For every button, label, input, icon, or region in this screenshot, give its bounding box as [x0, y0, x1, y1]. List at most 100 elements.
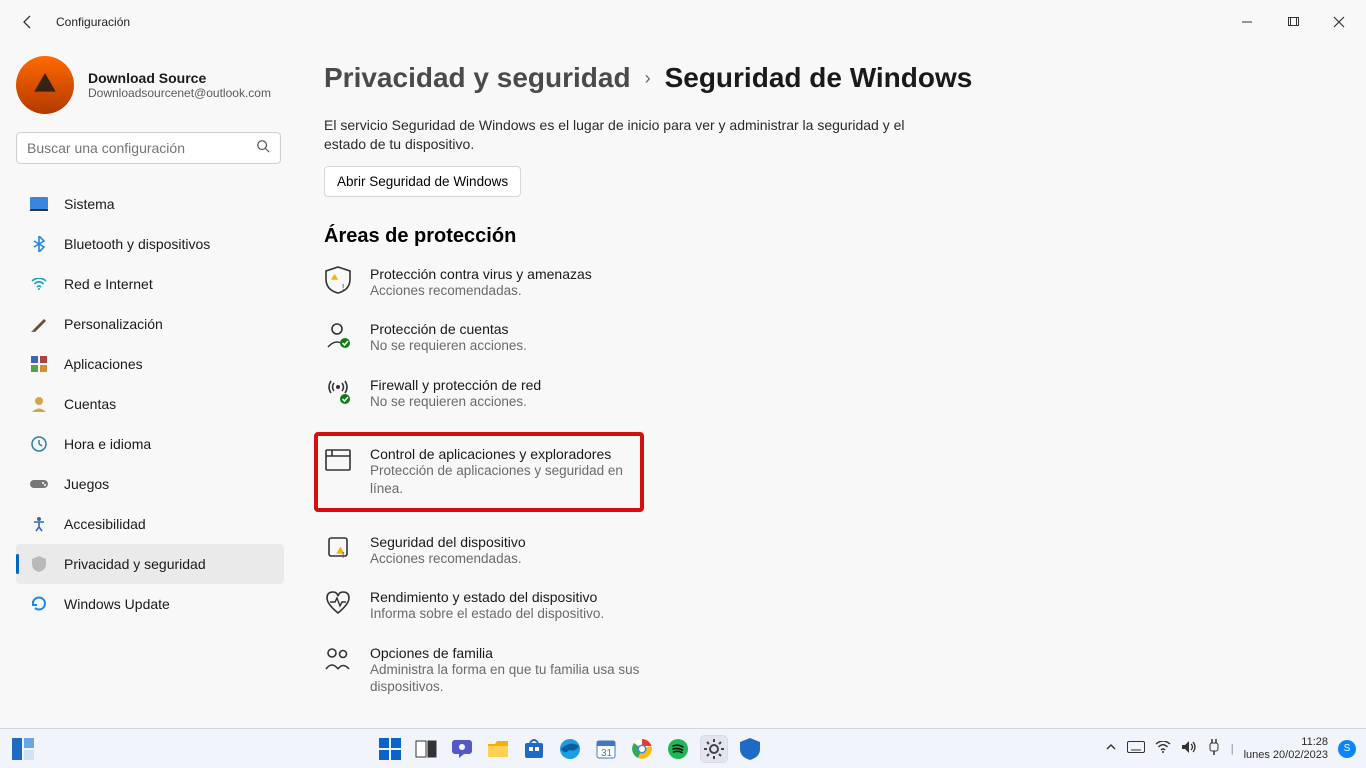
sidebar-item-label: Red e Internet	[64, 276, 153, 292]
notifications-badge[interactable]: S	[1338, 740, 1356, 758]
start-button[interactable]	[377, 736, 403, 762]
area-subtitle: Acciones recomendadas.	[370, 282, 592, 300]
person-icon	[30, 395, 48, 413]
highlight-annotation: Control de aplicaciones y exploradores P…	[314, 432, 644, 511]
family-icon	[324, 645, 352, 673]
chat-icon[interactable]	[449, 736, 475, 762]
area-subtitle: Acciones recomendadas.	[370, 550, 526, 568]
taskbar-clock[interactable]: 11:28 lunes 20/02/2023	[1244, 736, 1328, 760]
sidebar-item-sistema[interactable]: Sistema	[16, 184, 284, 224]
maximize-button[interactable]	[1270, 6, 1316, 38]
keyboard-icon[interactable]	[1127, 741, 1145, 756]
svg-text:31: 31	[601, 748, 613, 759]
sidebar-item-red[interactable]: Red e Internet	[16, 264, 284, 304]
sidebar-item-hora[interactable]: Hora e idioma	[16, 424, 284, 464]
settings-icon[interactable]	[701, 736, 727, 762]
sidebar-item-label: Sistema	[64, 196, 115, 212]
wifi-tray-icon[interactable]	[1155, 741, 1171, 756]
sidebar-item-label: Windows Update	[64, 596, 170, 612]
heart-pulse-icon	[324, 589, 352, 617]
antenna-check-icon	[324, 377, 352, 405]
edge-icon[interactable]	[557, 736, 583, 762]
person-check-icon	[324, 321, 352, 349]
area-family[interactable]: Opciones de familia Administra la forma …	[324, 645, 844, 696]
minimize-button[interactable]	[1224, 6, 1270, 38]
store-icon[interactable]	[521, 736, 547, 762]
search-box[interactable]	[16, 132, 281, 164]
security-shield-icon[interactable]	[737, 736, 763, 762]
chrome-icon[interactable]	[629, 736, 655, 762]
sidebar-item-juegos[interactable]: Juegos	[16, 464, 284, 504]
area-title: Firewall y protección de red	[370, 377, 541, 393]
spotify-icon[interactable]	[665, 736, 691, 762]
widgets-button[interactable]	[10, 736, 36, 762]
area-subtitle: No se requieren acciones.	[370, 337, 527, 355]
taskbar: 31 | 11:28 lunes 20/02/2023 S	[0, 728, 1366, 768]
svg-text:!: !	[342, 551, 344, 560]
page-description: El servicio Seguridad de Windows es el l…	[324, 116, 944, 154]
sidebar-item-bluetooth[interactable]: Bluetooth y dispositivos	[16, 224, 284, 264]
gamepad-icon	[30, 475, 48, 493]
sidebar-item-cuentas[interactable]: Cuentas	[16, 384, 284, 424]
area-device-health[interactable]: Rendimiento y estado del dispositivo Inf…	[324, 589, 844, 623]
area-firewall[interactable]: Firewall y protección de red No se requi…	[324, 377, 844, 411]
area-subtitle: No se requieren acciones.	[370, 393, 541, 411]
sidebar: Download Source Downloadsourcenet@outloo…	[0, 44, 300, 728]
sidebar-item-label: Aplicaciones	[64, 356, 143, 372]
breadcrumb-parent[interactable]: Privacidad y seguridad	[324, 62, 631, 94]
area-virus[interactable]: ! Protección contra virus y amenazas Acc…	[324, 266, 844, 300]
sidebar-item-update[interactable]: Windows Update	[16, 584, 284, 624]
clock-time: 11:28	[1244, 736, 1328, 748]
sidebar-item-label: Bluetooth y dispositivos	[64, 236, 210, 252]
area-subtitle: Protección de aplicaciones y seguridad e…	[370, 462, 632, 497]
clock-date: lunes 20/02/2023	[1244, 749, 1328, 761]
shield-icon	[30, 555, 48, 573]
volume-icon[interactable]	[1181, 740, 1197, 757]
display-icon	[30, 195, 48, 213]
sidebar-item-accesibilidad[interactable]: Accesibilidad	[16, 504, 284, 544]
svg-text:!: !	[342, 283, 344, 292]
chip-warning-icon: !	[324, 534, 352, 562]
nav-list: Sistema Bluetooth y dispositivos Red e I…	[16, 184, 300, 624]
area-title: Protección contra virus y amenazas	[370, 266, 592, 282]
search-icon	[256, 139, 270, 158]
sidebar-item-label: Accesibilidad	[64, 516, 146, 532]
search-input[interactable]	[27, 140, 256, 156]
area-accounts[interactable]: Protección de cuentas No se requieren ac…	[324, 321, 844, 355]
breadcrumb: Privacidad y seguridad › Seguridad de Wi…	[324, 62, 1326, 94]
account-email: Downloadsourcenet@outlook.com	[88, 86, 271, 100]
area-subtitle: Administra la forma en que tu familia us…	[370, 661, 660, 696]
bluetooth-icon	[30, 235, 48, 253]
apps-icon	[30, 355, 48, 373]
area-device-security[interactable]: ! Seguridad del dispositivo Acciones rec…	[324, 534, 844, 568]
account-card[interactable]: Download Source Downloadsourcenet@outloo…	[16, 56, 300, 114]
accessibility-icon	[30, 515, 48, 533]
calendar-icon[interactable]: 31	[593, 736, 619, 762]
sidebar-item-personalizacion[interactable]: Personalización	[16, 304, 284, 344]
close-button[interactable]	[1316, 6, 1362, 38]
protection-areas-list: ! Protección contra virus y amenazas Acc…	[324, 266, 1326, 726]
taskview-icon[interactable]	[413, 736, 439, 762]
app-window-icon	[324, 446, 352, 474]
open-windows-security-button[interactable]: Abrir Seguridad de Windows	[324, 166, 521, 197]
explorer-icon[interactable]	[485, 736, 511, 762]
wifi-icon	[30, 275, 48, 293]
sidebar-item-aplicaciones[interactable]: Aplicaciones	[16, 344, 284, 384]
sidebar-item-label: Personalización	[64, 316, 163, 332]
sidebar-item-label: Juegos	[64, 476, 109, 492]
area-title: Control de aplicaciones y exploradores	[370, 446, 632, 462]
back-button[interactable]	[18, 12, 38, 32]
area-title: Opciones de familia	[370, 645, 660, 661]
update-icon	[30, 595, 48, 613]
avatar	[16, 56, 74, 114]
area-title: Rendimiento y estado del dispositivo	[370, 589, 604, 605]
section-title: Áreas de protección	[324, 225, 1326, 248]
power-plug-icon[interactable]	[1207, 739, 1221, 758]
sidebar-item-label: Hora e idioma	[64, 436, 151, 452]
tray-overflow-icon[interactable]	[1105, 741, 1117, 756]
area-app-browser-control[interactable]: Control de aplicaciones y exploradores P…	[324, 446, 632, 497]
main-content: Privacidad y seguridad › Seguridad de Wi…	[300, 44, 1366, 728]
area-title: Seguridad del dispositivo	[370, 534, 526, 550]
sidebar-item-label: Cuentas	[64, 396, 116, 412]
sidebar-item-privacidad[interactable]: Privacidad y seguridad	[16, 544, 284, 584]
